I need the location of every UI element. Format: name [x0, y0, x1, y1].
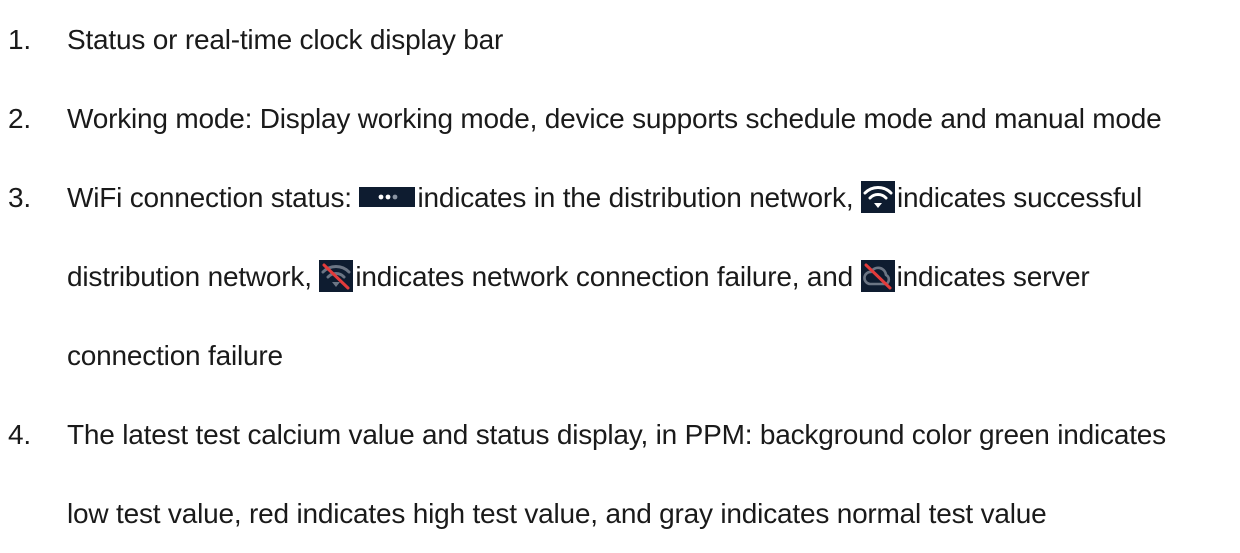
item-text: indicates network connection failure, an…	[355, 261, 861, 292]
item-number: 2.	[8, 103, 31, 134]
item-text: distribution network,	[67, 261, 320, 292]
item-text: indicates in the distribution network,	[417, 182, 861, 213]
item-text: The latest test calcium value and status…	[67, 419, 1166, 450]
item-text: low test value, red indicates high test …	[67, 498, 1047, 529]
list-item-2: 2. Working mode: Display working mode, d…	[0, 79, 1240, 158]
item-text: Status or real-time clock display bar	[67, 24, 504, 55]
wifi-connected-icon	[861, 180, 895, 213]
item-number: 1.	[8, 24, 31, 55]
instruction-list: 1. Status or real-time clock display bar…	[0, 0, 1240, 553]
item-text: indicates successful	[897, 182, 1143, 213]
item-text: WiFi connection status:	[67, 182, 360, 213]
list-item-3: 3. WiFi connection status: indicates in …	[0, 158, 1240, 395]
item-text: connection failure	[67, 340, 283, 371]
list-item-1: 1. Status or real-time clock display bar	[0, 0, 1240, 79]
item-number: 3.	[8, 182, 31, 213]
wifi-disconnected-icon	[319, 259, 354, 292]
item-text: Working mode: Display working mode, devi…	[67, 103, 1162, 134]
cloud-disconnected-icon	[860, 259, 895, 292]
wifi-connecting-dots-icon	[359, 186, 416, 207]
item-number: 4.	[8, 419, 31, 450]
item-text: indicates server	[896, 261, 1090, 292]
list-item-4: 4. The latest test calcium value and sta…	[0, 395, 1240, 553]
